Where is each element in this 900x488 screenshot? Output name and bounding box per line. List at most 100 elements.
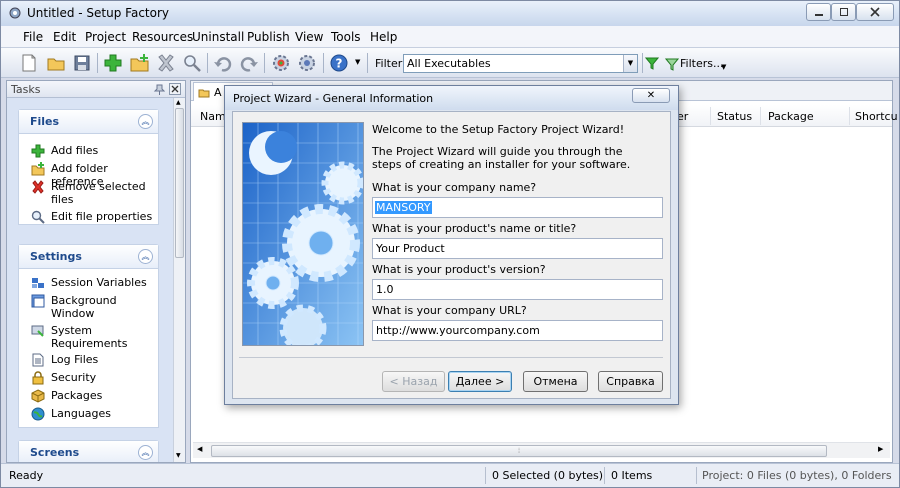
menu-help[interactable]: Help: [370, 30, 397, 44]
save-disk-icon: [74, 55, 90, 71]
filter-toggle-button[interactable]: [644, 52, 660, 74]
task-remove-selected-files[interactable]: Remove selected files: [31, 180, 156, 206]
menu-file[interactable]: File: [23, 30, 43, 44]
tab-label: A: [214, 86, 222, 99]
minimize-icon: [814, 14, 823, 16]
menu-tools[interactable]: Tools: [331, 30, 361, 44]
company-url-input[interactable]: [373, 321, 662, 340]
open-project-button[interactable]: [45, 52, 67, 74]
toolbar-separator: [264, 53, 265, 73]
files-group-header[interactable]: Files ︽: [19, 110, 158, 134]
toolbar-separator: [367, 53, 368, 73]
product-name-input[interactable]: [373, 239, 662, 258]
magnifier-icon: [184, 55, 201, 72]
task-label: System Requirements: [51, 324, 128, 350]
help-button[interactable]: ?: [328, 52, 350, 74]
background-window-icon: [31, 294, 45, 308]
tasks-scrollbar[interactable]: ▲ ▼: [173, 98, 185, 462]
add-files-icon: [31, 144, 45, 158]
column-package[interactable]: Package: [768, 110, 814, 123]
save-project-button[interactable]: [71, 52, 93, 74]
close-icon: ✕: [646, 90, 656, 101]
status-divider: [485, 467, 486, 484]
company-name-value: MANSORY: [375, 201, 432, 214]
horizontal-scrollbar[interactable]: ◀ ⦙ ▶: [193, 442, 890, 458]
column-shortcut[interactable]: Shortcu: [855, 110, 898, 123]
help-question-icon: ?: [330, 54, 348, 72]
scroll-right-icon[interactable]: ▶: [878, 445, 883, 453]
maximize-button[interactable]: [831, 3, 856, 21]
file-properties-button[interactable]: [181, 52, 203, 74]
column-divider[interactable]: [849, 107, 850, 125]
dialog-close-button[interactable]: ✕: [632, 88, 670, 103]
wizard-gears-graphic: [242, 122, 364, 346]
task-background-window[interactable]: Background Window: [31, 294, 156, 320]
task-log-files[interactable]: Log Files: [31, 353, 156, 367]
task-session-variables[interactable]: Session Variables: [31, 276, 156, 290]
scroll-left-icon[interactable]: ◀: [197, 445, 202, 453]
archive-tab-icon: [198, 89, 210, 98]
task-label: Edit file properties: [51, 210, 153, 223]
menu-edit[interactable]: Edit: [53, 30, 76, 44]
main-window: Untitled - Setup Factory File Edit Proje…: [0, 0, 900, 488]
task-packages[interactable]: Packages: [31, 389, 156, 403]
settings-group: Settings ︽ Session Variables Background …: [18, 244, 159, 428]
close-window-button[interactable]: [856, 3, 894, 21]
remove-files-button[interactable]: [155, 52, 177, 74]
task-languages[interactable]: Languages: [31, 407, 156, 421]
task-system-requirements[interactable]: System Requirements: [31, 324, 156, 350]
scroll-down-icon[interactable]: ▼: [176, 452, 181, 459]
company-name-field[interactable]: MANSORY: [372, 197, 663, 218]
chevron-down-icon[interactable]: ▼: [623, 55, 637, 72]
menu-publish[interactable]: Publish: [247, 30, 290, 44]
menu-project[interactable]: Project: [85, 30, 126, 44]
files-group: Files ︽ Add files Add folder reference R…: [18, 109, 159, 225]
settings-button[interactable]: [296, 52, 318, 74]
cancel-button[interactable]: Отмена: [523, 371, 588, 392]
help-dialog-button[interactable]: Справка: [598, 371, 663, 392]
column-divider[interactable]: [710, 107, 711, 125]
scroll-up-icon[interactable]: ▲: [176, 99, 181, 106]
add-folder-button[interactable]: [129, 52, 151, 74]
toolbar-separator: [207, 53, 208, 73]
menu-resources[interactable]: Resources: [132, 30, 193, 44]
close-pane-icon[interactable]: [169, 83, 181, 95]
filter-funnel-icon: [645, 57, 659, 70]
new-project-button[interactable]: [18, 52, 40, 74]
gear-icon: [299, 55, 315, 71]
build-button[interactable]: [270, 52, 292, 74]
back-button[interactable]: < Назад: [382, 371, 445, 392]
product-version-input[interactable]: [373, 280, 662, 299]
green-plus-icon: [104, 54, 122, 72]
menu-view[interactable]: View: [295, 30, 323, 44]
column-status[interactable]: Status: [717, 110, 752, 123]
task-security[interactable]: Security: [31, 371, 156, 385]
company-name-label: What is your company name?: [372, 181, 537, 194]
collapse-chevron-icon[interactable]: ︽: [138, 249, 153, 264]
pin-icon[interactable]: [153, 83, 165, 95]
filters-button[interactable]: Filters...: [680, 57, 723, 70]
product-version-field[interactable]: [372, 279, 663, 300]
product-name-field[interactable]: [372, 238, 663, 259]
company-url-field[interactable]: [372, 320, 663, 341]
menu-uninstall[interactable]: Uninstall: [192, 30, 244, 44]
settings-group-header[interactable]: Settings ︽: [19, 245, 158, 269]
task-edit-file-properties[interactable]: Edit file properties: [31, 210, 156, 224]
collapse-chevron-icon[interactable]: ︽: [138, 114, 153, 129]
next-button[interactable]: Далее >: [448, 371, 512, 392]
tasks-scroll-thumb[interactable]: [175, 108, 184, 258]
horizontal-scroll-thumb[interactable]: ⦙: [211, 445, 827, 457]
redo-icon: [240, 57, 258, 72]
collapse-chevron-icon[interactable]: ︽: [138, 445, 153, 460]
filter-select[interactable]: All Executables ▼: [403, 54, 638, 73]
task-add-files[interactable]: Add files: [31, 144, 156, 158]
help-dropdown-icon[interactable]: ▼: [355, 58, 360, 66]
redo-button[interactable]: [238, 52, 260, 74]
column-divider[interactable]: [760, 107, 761, 125]
add-files-button[interactable]: [102, 52, 124, 74]
minimize-button[interactable]: [806, 3, 831, 21]
screens-group-header[interactable]: Screens ︽: [19, 441, 158, 462]
colored-gear-icon: [273, 55, 289, 71]
add-folder-icon: [31, 162, 45, 176]
undo-button[interactable]: [212, 52, 234, 74]
